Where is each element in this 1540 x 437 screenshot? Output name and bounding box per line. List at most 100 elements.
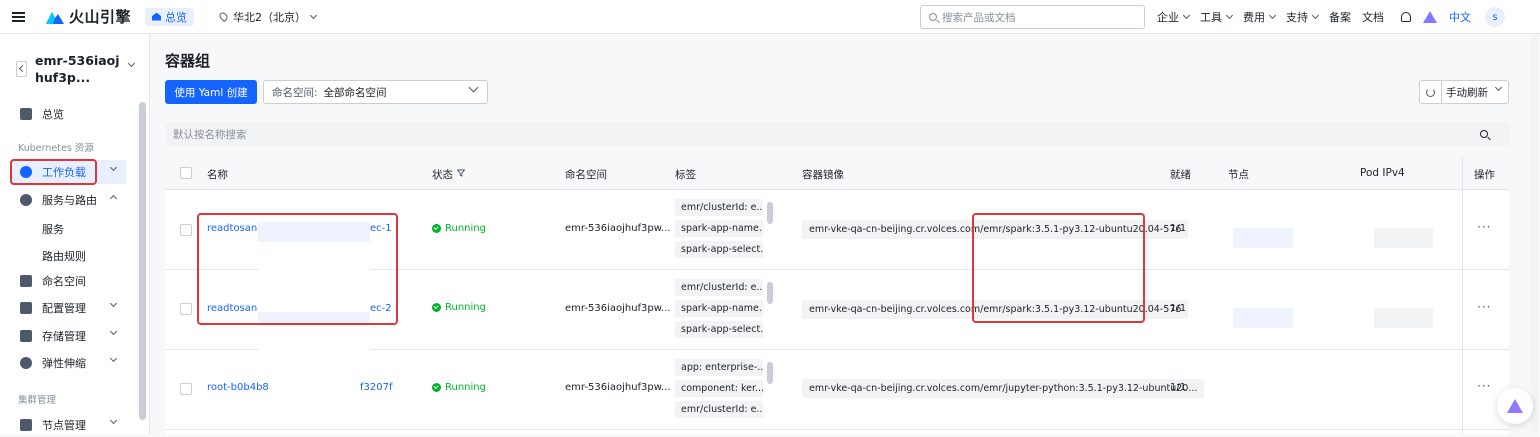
nav-tools-label: 工具: [1200, 11, 1222, 24]
pod-name-prefix: root-b0b4b8: [207, 382, 269, 393]
cluster-name: emr-536iaojhuf3p...: [35, 53, 120, 85]
labels-scrollbar[interactable]: [767, 282, 773, 304]
sidebar-item-storage[interactable]: 存储管理: [10, 324, 126, 348]
more-actions-icon[interactable]: ···: [1477, 379, 1491, 393]
menu-icon[interactable]: [0, 0, 36, 34]
more-actions-icon[interactable]: ···: [1477, 220, 1491, 234]
select-all-checkbox[interactable]: [180, 167, 192, 179]
chevron-down-icon: [109, 163, 118, 172]
top-nav: 企业 工具 费用 支持 备案 文档 中文 s: [1157, 0, 1505, 34]
ai-assistant-floating-button[interactable]: [1497, 388, 1533, 424]
chevron-down-icon: [109, 299, 118, 308]
sidebar-item-label: 配置管理: [42, 302, 86, 315]
nav-docs[interactable]: 文档: [1362, 9, 1384, 25]
sidebar-item-label: 节点管理: [42, 419, 86, 432]
chevron-down-icon: [109, 354, 118, 363]
status-text: Running: [445, 302, 486, 313]
nav-docs-label: 文档: [1362, 11, 1384, 24]
overview-tab[interactable]: 总览: [145, 7, 195, 26]
namespace-select[interactable]: 命名空间: 全部命名空间: [263, 80, 488, 104]
nav-filing[interactable]: 备案: [1329, 9, 1351, 25]
row-checkbox[interactable]: [180, 224, 192, 236]
brand-logo[interactable]: 火山引擎: [46, 6, 131, 27]
refresh-mode-value: 手动刷新: [1446, 86, 1488, 99]
check-circle-icon: [432, 303, 441, 312]
pod-ip-redacted: [1374, 308, 1433, 328]
sidebar-item-node-mgmt[interactable]: 节点管理: [10, 413, 126, 437]
more-actions-icon[interactable]: ···: [1477, 300, 1491, 314]
refresh-button[interactable]: [1419, 80, 1442, 104]
header-labels: 标签: [675, 169, 696, 181]
sidebar-item-label: 弹性伸缩: [42, 357, 86, 370]
node-icon: [20, 419, 32, 431]
sidebar-item-namespace[interactable]: 命名空间: [10, 269, 126, 293]
label-tag: spark-app-select...: [675, 241, 763, 258]
sidebar-item-autoscale[interactable]: 弹性伸缩: [10, 351, 126, 375]
row-checkbox[interactable]: [180, 383, 192, 395]
pod-name-link[interactable]: root-b0b4b8: [207, 382, 269, 393]
pod-name-suffix[interactable]: f3207f: [360, 382, 393, 393]
sidebar-item-label: 服务与路由: [42, 194, 97, 207]
brand-name: 火山引擎: [69, 8, 132, 26]
nav-billing[interactable]: 费用: [1243, 9, 1277, 25]
label-tag: spark-app-name...: [675, 300, 763, 317]
label-tag: emr/clusterId: e...: [675, 279, 763, 296]
sidebar-item-route-rule[interactable]: 路由规则: [42, 248, 86, 264]
overview-icon: [20, 108, 32, 120]
check-circle-icon: [432, 383, 441, 392]
page-scrollbar[interactable]: [1531, 36, 1538, 434]
cluster-selector[interactable]: emr-536iaojhuf3p...: [16, 52, 140, 92]
pod-search-input[interactable]: 默认按名称搜索: [165, 122, 1509, 146]
status-badge: Running: [432, 382, 486, 393]
namespace-cell: emr-536iaojhuf3pw...: [565, 382, 671, 393]
chevron-down-icon: [1225, 11, 1234, 20]
location-pin-icon: [217, 10, 230, 23]
nav-tools[interactable]: 工具: [1200, 9, 1234, 25]
chevron-down-icon: [127, 59, 136, 68]
nav-enterprise-label: 企业: [1157, 11, 1179, 24]
storage-icon: [20, 330, 32, 342]
refresh-icon: [1426, 87, 1435, 97]
table-header: 名称 状态 命名空间 标签 容器镜像 就绪 节点 Pod IPv4 操作: [165, 156, 1509, 190]
sidebar-item-label: 命名空间: [42, 275, 86, 288]
global-search-input[interactable]: 搜索产品或文档: [920, 5, 1145, 29]
ready-cell: 1/1: [1170, 223, 1187, 234]
nav-enterprise[interactable]: 企业: [1157, 9, 1191, 25]
sidebar-item-overview[interactable]: 总览: [10, 102, 126, 126]
sidebar-item-service-route[interactable]: 服务与路由: [10, 188, 126, 212]
label-tag: emr/clusterId: e...: [675, 199, 763, 216]
labels-cell: emr/clusterId: e... spark-app-name... sp…: [675, 278, 775, 343]
region-label: 华北2（北京）: [233, 10, 307, 24]
language-switch[interactable]: 中文: [1449, 9, 1471, 25]
region-selector[interactable]: 华北2（北京）: [217, 9, 318, 25]
sidebar-item-service[interactable]: 服务: [42, 221, 64, 237]
labels-scrollbar[interactable]: [767, 202, 773, 224]
labels-cell: emr/clusterId: e... spark-app-name... sp…: [675, 198, 775, 263]
header-ops: 操作: [1474, 169, 1495, 181]
sidebar-scrollbar[interactable]: [139, 102, 146, 420]
page-title: 容器组: [165, 52, 211, 70]
chevron-up-icon: [109, 194, 118, 203]
overview-label: 总览: [165, 10, 188, 24]
node-redacted: [1233, 308, 1293, 328]
namespace-select-label: 命名空间:: [272, 86, 318, 99]
sidebar-item-config[interactable]: 配置管理: [10, 296, 126, 320]
create-yaml-button[interactable]: 使用 Yaml 创建: [165, 80, 257, 104]
chevron-down-icon: [109, 327, 118, 336]
chevron-down-icon: [1268, 11, 1277, 20]
filter-icon[interactable]: [457, 169, 465, 177]
label-tag: emr/clusterId: e...: [675, 401, 763, 418]
search-icon[interactable]: [1480, 130, 1488, 138]
nav-support[interactable]: 支持: [1286, 9, 1320, 25]
ai-assistant-icon[interactable]: [1423, 11, 1437, 23]
status-badge: Running: [432, 302, 486, 313]
row-checkbox[interactable]: [180, 303, 192, 315]
back-icon[interactable]: [16, 61, 27, 77]
namespace-select-value: 全部命名空间: [323, 86, 387, 99]
ready-cell: 1/1: [1170, 382, 1187, 393]
bell-icon[interactable]: [1401, 12, 1411, 22]
refresh-mode-select[interactable]: 手动刷新: [1441, 80, 1509, 104]
labels-scrollbar[interactable]: [767, 362, 773, 384]
avatar[interactable]: s: [1485, 7, 1505, 27]
labels-cell: app: enterprise-... component: ker... em…: [675, 358, 775, 423]
